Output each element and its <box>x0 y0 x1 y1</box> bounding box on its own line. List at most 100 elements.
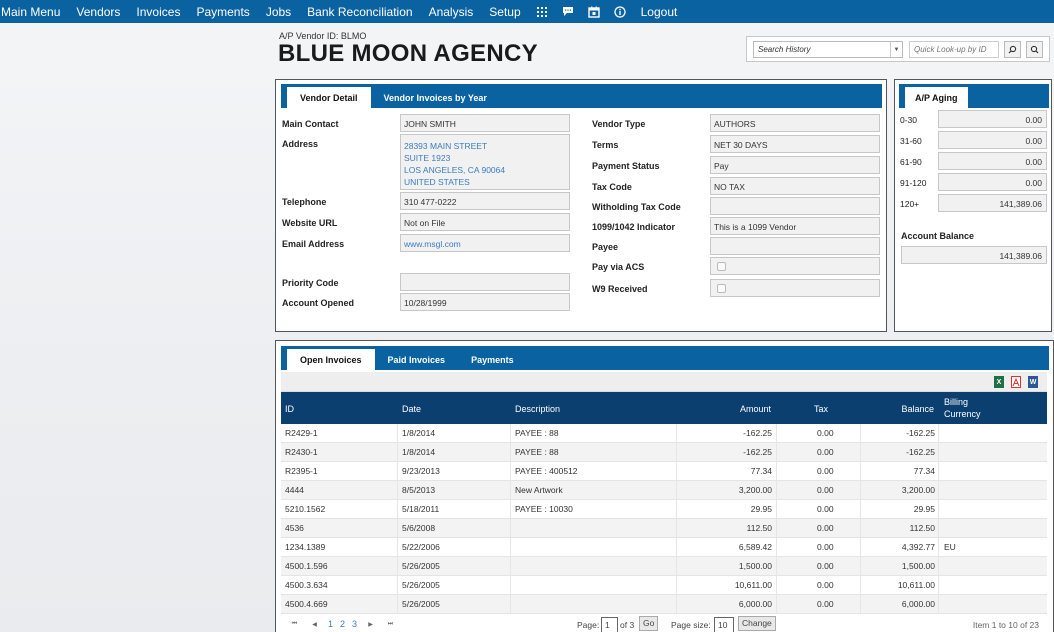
col-id[interactable]: ID <box>285 404 294 414</box>
table-row[interactable]: 4500.1.596 5/26/2005 1,500.00 0.00 1,500.00 <box>281 557 1047 576</box>
cell-currency <box>941 500 1047 519</box>
withholding-tax-field <box>710 197 880 215</box>
cell-description: PAYEE : 10030 <box>511 500 677 519</box>
priority-code-label: Priority Code <box>282 278 339 288</box>
col-billing[interactable]: Billing <box>944 397 968 407</box>
table-row[interactable]: 4444 8/5/2013 New Artwork 3,200.00 0.00 3,200… <box>281 481 1047 500</box>
payment-status-field: Pay <box>710 156 880 174</box>
chevron-down-icon[interactable]: ▼ <box>890 42 902 57</box>
cell-currency <box>941 519 1047 538</box>
cell-tax: 0.00 <box>777 500 861 519</box>
payee-field <box>710 237 880 255</box>
col-description[interactable]: Description <box>515 404 560 414</box>
tab-paid-invoices[interactable]: Paid Invoices <box>375 350 459 370</box>
nav-setup[interactable]: Setup <box>481 5 528 19</box>
nav-payments[interactable]: Payments <box>188 5 257 19</box>
tab-vendor-invoices-by-year[interactable]: Vendor Invoices by Year <box>371 88 500 108</box>
cell-id: R2395-1 <box>281 462 398 481</box>
table-row[interactable]: 1234.1389 5/22/2006 6,589.42 0.00 4,392.77 EU <box>281 538 1047 557</box>
next-page-icon[interactable]: ▶ <box>365 619 376 630</box>
pdf-export-icon[interactable] <box>1011 376 1021 388</box>
search-button[interactable] <box>1004 41 1021 58</box>
calendar-icon[interactable] <box>581 0 607 23</box>
nav-main-menu[interactable]: Main Menu <box>0 5 68 19</box>
cell-currency <box>941 424 1047 443</box>
page-link-3[interactable]: 3 <box>352 619 357 629</box>
col-tax[interactable]: Tax <box>814 404 828 414</box>
word-export-icon[interactable]: W <box>1028 376 1038 388</box>
table-row[interactable]: 4500.4.669 5/26/2005 6,000.00 0.00 6,000.00 <box>281 595 1047 614</box>
pager-summary: Item 1 to 10 of 23 <box>972 620 1039 630</box>
chat-icon[interactable] <box>555 0 581 23</box>
vendor-type-label: Vendor Type <box>592 119 646 129</box>
table-row[interactable]: 4500.3.634 5/26/2005 10,611.00 0.00 10,611.0… <box>281 576 1047 595</box>
cell-tax: 0.00 <box>777 557 861 576</box>
change-button[interactable]: Change <box>738 616 776 631</box>
cell-id: 4500.4.669 <box>281 595 398 614</box>
page-input[interactable]: 1 <box>601 617 618 632</box>
nav-jobs[interactable]: Jobs <box>258 5 299 19</box>
vendor-type-field: AUTHORS <box>710 114 880 132</box>
cell-id: 4500.1.596 <box>281 557 398 576</box>
info-icon[interactable] <box>607 0 633 23</box>
aging-91-120-value: 0.00 <box>938 173 1047 191</box>
table-row[interactable]: R2395-1 9/23/2013 PAYEE : 400512 77.34 0.00 7… <box>281 462 1047 481</box>
tab-payments[interactable]: Payments <box>458 350 527 370</box>
go-button[interactable]: Go <box>639 616 659 631</box>
col-balance[interactable]: Balance <box>901 404 934 414</box>
cell-amount: 29.95 <box>677 500 777 519</box>
nav-analysis[interactable]: Analysis <box>421 5 482 19</box>
excel-export-icon[interactable]: X <box>994 376 1004 388</box>
pay-via-acs-checkbox[interactable] <box>717 262 726 271</box>
aging-61-90-label: 61-90 <box>900 157 922 167</box>
cell-id: 4536 <box>281 519 398 538</box>
search-history-select[interactable]: Search History ▼ <box>753 41 903 58</box>
vendor-name: BLUE MOON AGENCY <box>278 40 538 67</box>
page-link-1[interactable]: 1 <box>328 619 333 629</box>
quick-lookup-input[interactable] <box>909 41 999 58</box>
w9-received-checkbox[interactable] <box>717 284 726 293</box>
tax-code-label: Tax Code <box>592 182 632 192</box>
grid-icon[interactable] <box>529 0 555 23</box>
telephone-label: Telephone <box>282 197 327 207</box>
account-opened-label: Account Opened <box>282 298 355 308</box>
aging-0-30-value: 0.00 <box>938 110 1047 128</box>
nav-bank-reconciliation[interactable]: Bank Reconciliation <box>299 5 420 19</box>
nav-vendors[interactable]: Vendors <box>68 5 128 19</box>
cell-tax: 0.00 <box>777 595 861 614</box>
col-currency[interactable]: Currency <box>944 409 981 419</box>
cell-currency <box>941 595 1047 614</box>
tab-ap-aging[interactable]: A/P Aging <box>905 87 968 108</box>
table-row[interactable]: 4536 5/6/2008 112.50 0.00 112.50 <box>281 519 1047 538</box>
nav-invoices[interactable]: Invoices <box>128 5 188 19</box>
tab-vendor-detail[interactable]: Vendor Detail <box>287 87 371 108</box>
terms-label: Terms <box>592 140 619 150</box>
aging-61-90-value: 0.00 <box>938 152 1047 170</box>
main-contact-field: JOHN SMITH <box>400 114 570 132</box>
page-link-2[interactable]: 2 <box>340 619 345 629</box>
cell-amount: -162.25 <box>677 424 777 443</box>
account-balance-value: 141,389.06 <box>901 246 1047 264</box>
col-amount[interactable]: Amount <box>740 404 771 414</box>
last-page-icon[interactable]: ⏭ <box>385 619 396 630</box>
nav-logout[interactable]: Logout <box>633 5 686 19</box>
table-row[interactable]: R2429-1 1/8/2014 PAYEE : 88 -162.25 0.00 -162… <box>281 424 1047 443</box>
col-date[interactable]: Date <box>402 404 421 414</box>
address-line-2: SUITE 1923 <box>404 153 451 163</box>
cell-amount: 10,611.00 <box>677 576 777 595</box>
email-link[interactable]: www.msgl.com <box>400 234 570 252</box>
first-page-icon[interactable]: ⏮ <box>289 619 300 630</box>
table-row[interactable]: 5210.1562 5/18/2011 PAYEE : 10030 29.95 0.00… <box>281 500 1047 519</box>
aging-120-plus-value: 141,389.06 <box>938 194 1047 212</box>
lookup-button[interactable] <box>1026 41 1043 58</box>
cell-date: 8/5/2013 <box>398 481 511 500</box>
website-field: Not on File <box>400 213 570 231</box>
aging-120-plus-label: 120+ <box>900 199 920 209</box>
table-row[interactable]: R2430-1 1/8/2014 PAYEE : 88 -162.25 0.00 -162… <box>281 443 1047 462</box>
page-size-input[interactable]: 10 <box>714 617 734 632</box>
prev-page-icon[interactable]: ◀ <box>309 619 320 630</box>
tab-open-invoices[interactable]: Open Invoices <box>287 349 375 370</box>
invoices-table-header: ID Date Description Amount Tax Balance B… <box>281 392 1047 424</box>
cell-tax: 0.00 <box>777 519 861 538</box>
cell-amount: 112.50 <box>677 519 777 538</box>
